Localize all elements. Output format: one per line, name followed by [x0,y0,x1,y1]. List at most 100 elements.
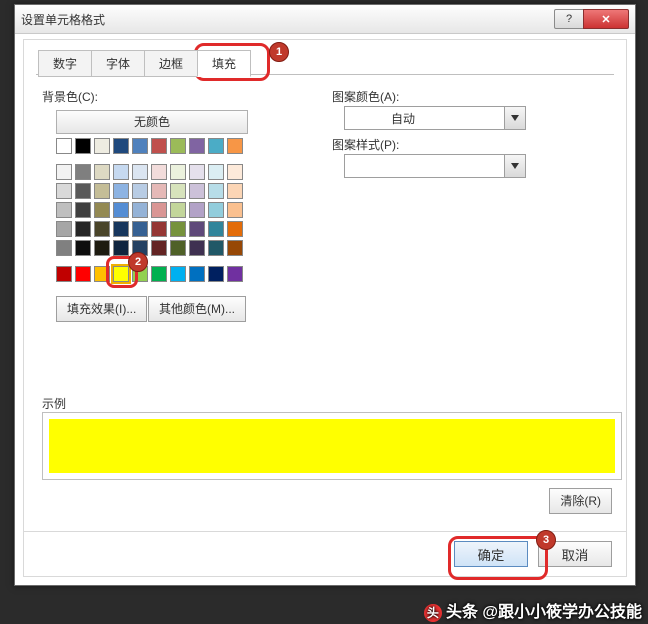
tab-2[interactable]: 边框 [144,50,198,77]
swatch[interactable] [56,266,72,282]
swatch[interactable] [208,164,224,180]
fill-effects-button[interactable]: 填充效果(I)... [56,296,147,322]
swatch[interactable] [56,202,72,218]
dialog-title: 设置单元格格式 [21,11,554,28]
dialog-client: 数字字体边框填充 背景色(C): 无颜色 填充效果(I)... 其他颜色(M).… [23,39,627,577]
swatch[interactable] [94,221,110,237]
swatch[interactable] [170,266,186,282]
swatch[interactable] [189,183,205,199]
swatch[interactable] [227,221,243,237]
swatch[interactable] [170,240,186,256]
swatch[interactable] [189,164,205,180]
ok-button[interactable]: 确定 [454,541,528,567]
swatch[interactable] [227,266,243,282]
dialog-button-bar: 确定 取消 [24,531,626,576]
swatch[interactable] [56,183,72,199]
swatch[interactable] [151,138,167,154]
pattern-color-value: 自动 [391,110,415,127]
watermark: 头头条 @跟小小筱学办公技能 [424,598,642,622]
watermark-icon: 头 [424,604,442,622]
swatch[interactable] [227,138,243,154]
swatch[interactable] [113,183,129,199]
swatch[interactable] [94,138,110,154]
swatch[interactable] [56,138,72,154]
swatch[interactable] [208,202,224,218]
chevron-down-icon [504,106,526,130]
tab-3[interactable]: 填充 [197,50,251,77]
swatch[interactable] [170,221,186,237]
swatch[interactable] [132,266,148,282]
pattern-style-label: 图案样式(P): [332,136,399,153]
pattern-style-combo[interactable] [344,154,526,178]
swatch[interactable] [94,266,110,282]
color-swatches [56,138,243,285]
swatch[interactable] [170,164,186,180]
swatch[interactable] [151,202,167,218]
clear-button[interactable]: 清除(R) [549,488,612,514]
swatch[interactable] [227,240,243,256]
swatch[interactable] [208,240,224,256]
tab-1[interactable]: 字体 [91,50,145,77]
swatch[interactable] [113,240,129,256]
swatch[interactable] [189,138,205,154]
pattern-color-combo[interactable]: 自动 [344,106,526,130]
swatch[interactable] [132,164,148,180]
pattern-color-label: 图案颜色(A): [332,88,399,105]
swatch[interactable] [151,183,167,199]
swatch[interactable] [132,183,148,199]
swatch[interactable] [94,202,110,218]
swatch[interactable] [170,202,186,218]
swatch[interactable] [189,221,205,237]
swatch[interactable] [189,266,205,282]
sample-box [42,412,622,480]
swatch[interactable] [113,164,129,180]
swatch[interactable] [75,266,91,282]
other-colors-button[interactable]: 其他颜色(M)... [148,296,246,322]
help-button[interactable]: ? [554,9,584,29]
swatch[interactable] [113,266,129,282]
swatch[interactable] [227,183,243,199]
swatch[interactable] [151,240,167,256]
swatch[interactable] [208,266,224,282]
swatch[interactable] [132,240,148,256]
titlebar: 设置单元格格式 ? ✕ [15,5,635,34]
swatch[interactable] [151,266,167,282]
swatch[interactable] [227,202,243,218]
swatch[interactable] [151,164,167,180]
swatch[interactable] [56,164,72,180]
swatch[interactable] [151,221,167,237]
swatch[interactable] [170,183,186,199]
swatch[interactable] [208,138,224,154]
swatch[interactable] [94,183,110,199]
swatch[interactable] [56,240,72,256]
swatch[interactable] [75,138,91,154]
swatch[interactable] [132,221,148,237]
chevron-down-icon [504,154,526,178]
swatch[interactable] [170,138,186,154]
cancel-button[interactable]: 取消 [538,541,612,567]
swatch[interactable] [208,183,224,199]
tab-0[interactable]: 数字 [38,50,92,77]
swatch[interactable] [94,164,110,180]
swatch[interactable] [113,138,129,154]
swatch[interactable] [75,221,91,237]
swatch[interactable] [75,183,91,199]
close-button[interactable]: ✕ [583,9,629,29]
swatch[interactable] [94,240,110,256]
swatch[interactable] [75,164,91,180]
swatch[interactable] [208,221,224,237]
swatch[interactable] [56,221,72,237]
swatch[interactable] [132,138,148,154]
swatch[interactable] [113,202,129,218]
swatch[interactable] [113,221,129,237]
swatch[interactable] [75,240,91,256]
sample-label: 示例 [42,395,66,412]
swatch[interactable] [227,164,243,180]
bg-color-label: 背景色(C): [42,88,98,105]
sample-fill [49,419,615,473]
swatch[interactable] [132,202,148,218]
swatch[interactable] [75,202,91,218]
no-color-button[interactable]: 无颜色 [56,110,248,134]
swatch[interactable] [189,202,205,218]
swatch[interactable] [189,240,205,256]
